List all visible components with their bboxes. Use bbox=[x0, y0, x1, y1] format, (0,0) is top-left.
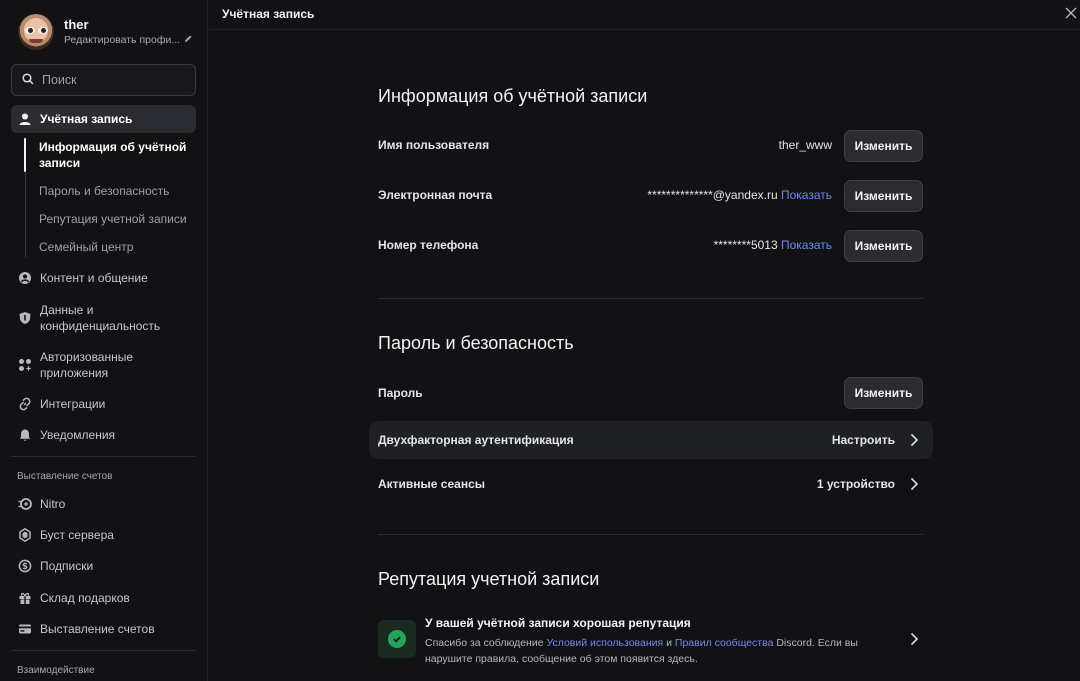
close-icon bbox=[1065, 6, 1077, 24]
sidebar-item-content-social[interactable]: Контент и общение bbox=[11, 270, 196, 286]
email-label: Электронная почта bbox=[378, 188, 493, 202]
avatar[interactable] bbox=[18, 14, 54, 50]
settings-content: Информация об учётной записи Имя пользов… bbox=[209, 31, 1080, 681]
reputation-description: Спасибо за соблюдение Условий использова… bbox=[425, 635, 875, 667]
change-phone-button[interactable]: Изменить bbox=[844, 230, 923, 262]
search-input[interactable]: Поиск bbox=[11, 64, 196, 96]
shield-icon bbox=[18, 311, 32, 325]
svg-text:$: $ bbox=[22, 562, 28, 572]
phone-value: ********5013 bbox=[713, 238, 778, 252]
chevron-right-icon bbox=[907, 433, 921, 447]
profile-header[interactable]: ther Редактировать профи... bbox=[18, 14, 193, 50]
sidebar-item-notifications[interactable]: Уведомления bbox=[11, 427, 196, 443]
show-email-link[interactable]: Показать bbox=[781, 188, 832, 202]
card-icon bbox=[18, 622, 32, 636]
sidebar-item-nitro[interactable]: Nitro bbox=[11, 496, 196, 512]
subnav-account-info[interactable]: Информация об учётной записи bbox=[39, 139, 189, 171]
sidebar-divider bbox=[11, 650, 196, 651]
sidebar-item-label: Выставление счетов bbox=[40, 622, 155, 636]
sidebar-item-label: Nitro bbox=[40, 497, 66, 511]
reputation-desc-text: и bbox=[663, 637, 675, 649]
subnav-family-center[interactable]: Семейный центр bbox=[39, 239, 189, 255]
username: ther bbox=[64, 17, 89, 32]
search-placeholder: Поиск bbox=[42, 73, 77, 87]
sidebar-item-authorized-apps[interactable]: Авторизованные приложения bbox=[11, 349, 196, 381]
password-security-heading: Пароль и безопасность bbox=[378, 333, 574, 353]
change-email-button[interactable]: Изменить bbox=[844, 180, 923, 212]
section-divider bbox=[378, 298, 923, 299]
sidebar-item-subscriptions[interactable]: $ Подписки bbox=[11, 558, 196, 574]
emoji-icon bbox=[18, 271, 32, 285]
sidebar-item-integrations[interactable]: Интеграции bbox=[11, 396, 196, 412]
sidebar-item-billing[interactable]: Выставление счетов bbox=[11, 621, 196, 637]
subnav-active-indicator bbox=[24, 138, 26, 172]
subnav-password-security[interactable]: Пароль и безопасность bbox=[39, 183, 189, 199]
chevron-right-icon[interactable] bbox=[907, 477, 921, 491]
email-value: **************@yandex.ru bbox=[647, 188, 778, 202]
sidebar-item-label: Уведомления bbox=[40, 428, 116, 442]
top-bar: Учётная запись bbox=[209, 0, 1080, 30]
apps-icon bbox=[18, 358, 32, 372]
account-info-heading: Информация об учётной записи bbox=[378, 86, 648, 106]
sidebar-item-label: Контент и общение bbox=[40, 271, 148, 285]
interaction-section-header: Взаимодействие bbox=[17, 665, 95, 676]
reputation-desc-text: Спасибо за соблюдение bbox=[425, 637, 547, 649]
person-icon bbox=[18, 112, 32, 126]
sidebar-item-label: Подписки bbox=[40, 559, 94, 573]
sidebar-item-label: Данные и конфиденциальность bbox=[40, 303, 161, 333]
community-guidelines-link[interactable]: Правил сообщества bbox=[675, 637, 774, 649]
sidebar-item-label: Авторизованные приложения bbox=[40, 350, 134, 380]
twofa-setup-action[interactable]: Настроить bbox=[832, 433, 895, 447]
page-title: Учётная запись bbox=[222, 7, 315, 21]
edit-profile-link[interactable]: Редактировать профи... bbox=[64, 33, 193, 47]
link-icon bbox=[18, 397, 32, 411]
sidebar-divider bbox=[11, 456, 196, 457]
password-label: Пароль bbox=[378, 386, 423, 400]
subscriptions-icon: $ bbox=[18, 559, 32, 573]
sidebar-item-gift-inventory[interactable]: Склад подарков bbox=[11, 590, 196, 606]
reputation-status-icon bbox=[378, 620, 416, 658]
boost-icon bbox=[18, 528, 32, 542]
username-value: ther_www bbox=[778, 138, 832, 152]
section-divider bbox=[378, 534, 923, 535]
phone-label: Номер телефона bbox=[378, 238, 479, 252]
twofa-label: Двухфакторная аутентификация bbox=[378, 433, 574, 447]
sidebar-item-label: Учётная запись bbox=[40, 112, 133, 126]
search-icon bbox=[22, 72, 34, 88]
account-reputation-heading: Репутация учетной записи bbox=[378, 569, 600, 589]
gift-icon bbox=[18, 591, 32, 605]
sessions-label[interactable]: Активные сеансы bbox=[378, 477, 485, 491]
change-password-button[interactable]: Изменить bbox=[844, 377, 923, 409]
sessions-value[interactable]: 1 устройство bbox=[817, 477, 895, 491]
check-icon bbox=[388, 630, 406, 648]
sidebar-item-label: Склад подарков bbox=[40, 591, 130, 605]
terms-of-service-link[interactable]: Условий использования bbox=[546, 637, 663, 649]
username-label: Имя пользователя bbox=[378, 138, 490, 152]
sidebar-item-data-privacy[interactable]: Данные и конфиденциальность bbox=[11, 302, 196, 334]
reputation-status-title: У вашей учётной записи хорошая репутация bbox=[425, 616, 691, 630]
close-button[interactable] bbox=[1062, 6, 1080, 24]
edit-profile-label: Редактировать профи... bbox=[64, 34, 181, 46]
nitro-icon bbox=[18, 497, 32, 511]
bell-icon bbox=[18, 428, 32, 442]
settings-sidebar: ther Редактировать профи... Поиск Учётна… bbox=[0, 0, 208, 681]
sidebar-item-label: Интеграции bbox=[40, 397, 106, 411]
sidebar-item-label: Буст сервера bbox=[40, 528, 114, 542]
settings-window: ther Редактировать профи... Поиск Учётна… bbox=[0, 0, 1080, 681]
subnav-account-reputation[interactable]: Репутация учетной записи bbox=[39, 211, 189, 227]
billing-section-header: Выставление счетов bbox=[17, 471, 113, 482]
show-phone-link[interactable]: Показать bbox=[781, 238, 832, 252]
chevron-right-icon[interactable] bbox=[907, 632, 921, 646]
change-username-button[interactable]: Изменить bbox=[844, 130, 923, 162]
email-value-group: **************@yandex.ru Показать bbox=[647, 188, 832, 202]
sidebar-item-account[interactable]: Учётная запись bbox=[11, 105, 196, 133]
pencil-icon bbox=[184, 33, 193, 47]
phone-value-group: ********5013 Показать bbox=[714, 238, 832, 252]
sidebar-item-server-boost[interactable]: Буст сервера bbox=[11, 527, 196, 543]
